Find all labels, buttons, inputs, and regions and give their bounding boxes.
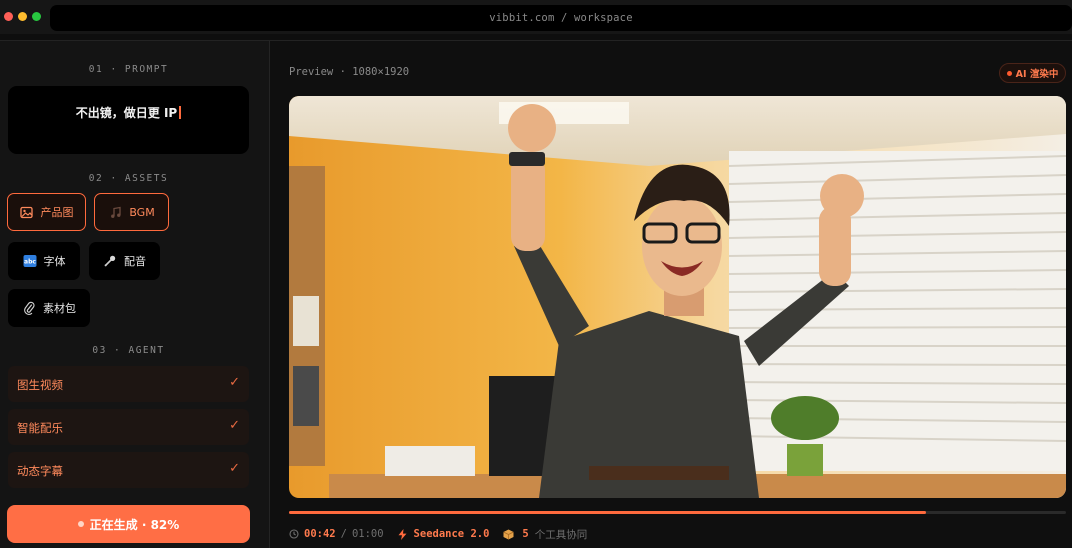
asset-label: 配音: [124, 255, 146, 268]
close-window-button[interactable]: [4, 12, 13, 21]
agent-label: 图生视频: [17, 378, 63, 392]
paperclip-icon: [22, 301, 36, 315]
microphone-icon: [103, 254, 117, 268]
svg-text:abc: abc: [24, 259, 36, 266]
asset-label: 产品图: [40, 206, 74, 219]
asset-font[interactable]: abc 字体: [8, 242, 80, 280]
duration: 01:00: [351, 528, 384, 540]
prompt-section-title: 01 · PROMPT: [88, 64, 169, 75]
generate-button[interactable]: 正在生成 · 82%: [7, 505, 250, 543]
asset-bgm[interactable]: BGM: [94, 193, 169, 231]
video-preview-frame[interactable]: [289, 96, 1066, 498]
box-icon: [503, 529, 515, 540]
agent-section-title: 03 · AGENT: [92, 345, 165, 356]
font-icon: abc: [23, 254, 37, 268]
asset-product-image[interactable]: 产品图: [7, 193, 86, 231]
time-separator: /: [340, 528, 347, 540]
agent-item-smart-music[interactable]: 智能配乐 ✓: [8, 409, 249, 445]
prompt-input[interactable]: 不出镜，做日更 IP: [8, 86, 249, 154]
agent-label: 动态字幕: [17, 464, 63, 478]
text-caret: [179, 106, 182, 119]
asset-voiceover[interactable]: 配音: [89, 242, 160, 280]
prompt-text: 不出镜，做日更 IP: [75, 106, 178, 120]
tools-label: 个工具协同: [534, 528, 588, 541]
agent-item-dynamic-subtitles[interactable]: 动态字幕 ✓: [8, 452, 249, 488]
video-frame-illustration: [289, 96, 1066, 498]
asset-label: BGM: [129, 205, 155, 219]
ai-rendering-badge: AI 渲染中: [999, 63, 1066, 83]
asset-label: 字体: [43, 255, 66, 268]
asset-material-pack[interactable]: 素材包: [8, 289, 90, 327]
assets-section-title: 02 · ASSETS: [88, 173, 169, 184]
clock-icon: [289, 529, 299, 539]
minimize-window-button[interactable]: [18, 12, 27, 21]
generate-button-label: 正在生成 · 82%: [89, 517, 180, 532]
preview-label: Preview · 1080×1920: [289, 66, 410, 78]
status-dot-icon: [1006, 70, 1012, 76]
model-name: Seedance 2.0: [413, 528, 490, 540]
tools-count: 5: [522, 528, 529, 540]
bolt-icon: [398, 528, 407, 540]
image-icon: [20, 205, 34, 219]
current-time: 00:42: [304, 528, 336, 540]
progress-dot-icon: [77, 521, 84, 527]
agent-item-image-to-video[interactable]: 图生视频 ✓: [8, 366, 249, 402]
asset-label: 素材包: [43, 302, 76, 315]
checkmark-icon: ✓: [229, 461, 240, 476]
window-titlebar: vibbit.com / workspace: [0, 0, 1072, 34]
prompt-text-wrap: 不出镜，做日更 IP: [8, 104, 249, 121]
checkmark-icon: ✓: [229, 375, 240, 390]
music-note-icon: [108, 205, 122, 219]
status-bar: 00:42 / 01:00 Seedance 2.0 5 个工具协同: [289, 527, 587, 541]
playback-progress-bar[interactable]: [289, 511, 1066, 514]
maximize-window-button[interactable]: [32, 12, 41, 21]
playback-progress-fill: [289, 511, 927, 514]
agent-label: 智能配乐: [17, 421, 63, 435]
checkmark-icon: ✓: [229, 418, 240, 433]
address-bar[interactable]: vibbit.com / workspace: [50, 5, 1072, 31]
ai-badge-label: AI 渲染中: [1015, 69, 1059, 80]
